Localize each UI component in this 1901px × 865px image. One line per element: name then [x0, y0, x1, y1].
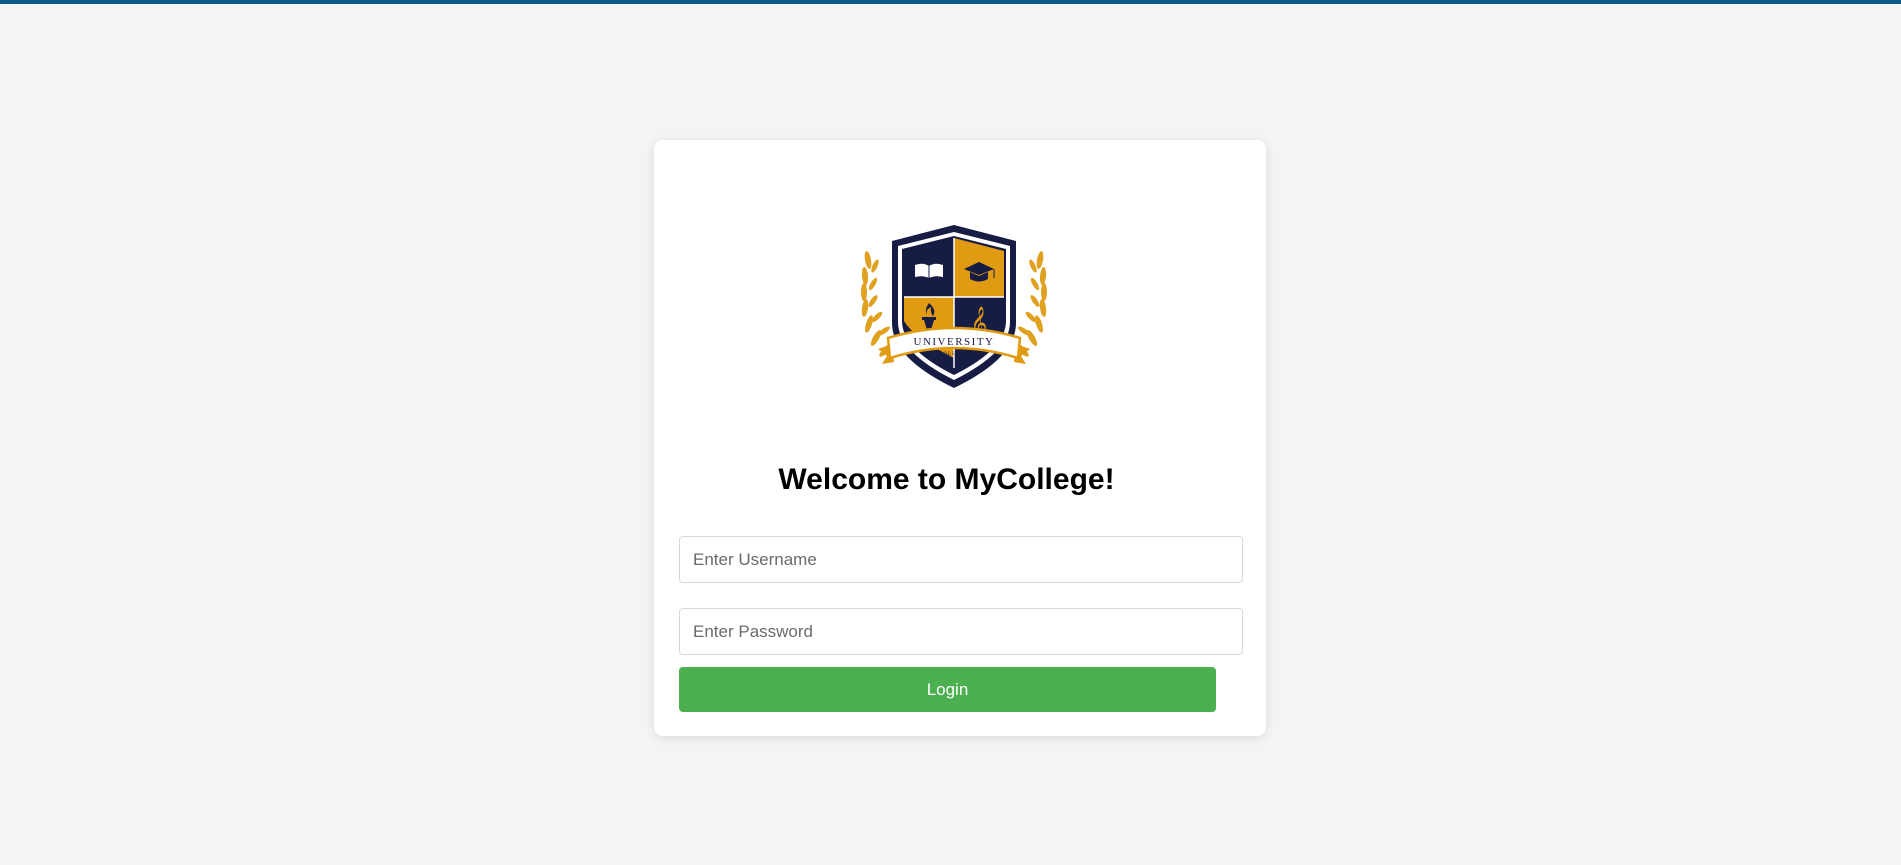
college-crest-logo: 𝄞 UNIVERSITY COLLEGE	[861, 225, 1047, 388]
banner-subtext: COLLEGE	[939, 352, 969, 357]
page-title: Welcome to MyCollege!	[778, 463, 1115, 496]
top-accent-bar	[0, 0, 1901, 4]
password-input[interactable]	[679, 608, 1243, 655]
banner-text: UNIVERSITY	[914, 336, 995, 348]
login-card: 𝄞 UNIVERSITY COLLEGE Welcome to MyColleg…	[654, 140, 1266, 736]
username-input[interactable]	[679, 536, 1243, 583]
shield-icon	[892, 225, 1016, 388]
login-button[interactable]: Login	[679, 667, 1216, 712]
